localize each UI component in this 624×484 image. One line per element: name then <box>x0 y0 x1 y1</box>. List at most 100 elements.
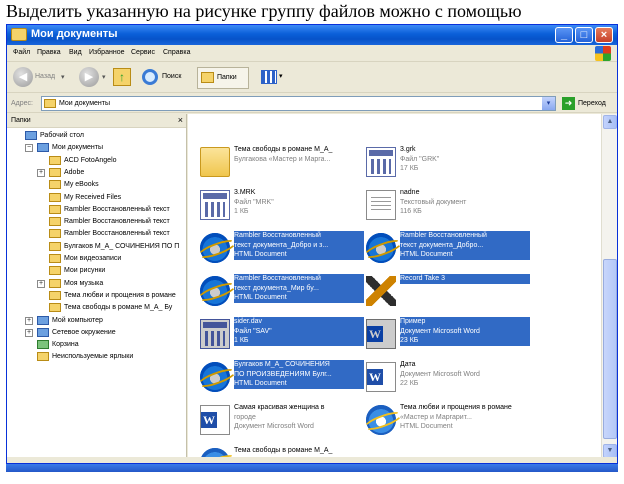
tree-item-label: Мои документы <box>52 144 104 152</box>
file-item[interactable]: Record Take 3 <box>360 273 560 313</box>
expand-icon[interactable]: + <box>25 316 33 325</box>
file-type: текст документа_Добро... <box>400 240 530 250</box>
menu-favorites[interactable]: Избранное <box>89 49 124 56</box>
network-icon <box>37 327 49 337</box>
folder-icon <box>49 229 61 239</box>
file-size: 1 КБ <box>234 336 364 346</box>
folder-icon <box>49 254 61 263</box>
file-size: 22 КБ <box>400 380 419 387</box>
file-name: sider.dav <box>234 317 364 327</box>
tree-item-label: My eBooks <box>64 181 99 189</box>
file-item[interactable]: Дата Документ Microsoft Word 22 КБ <box>360 359 560 399</box>
up-folder-button[interactable]: ↑ <box>113 68 131 86</box>
forward-button[interactable]: ▶ <box>79 67 99 87</box>
folder-icon <box>49 241 61 251</box>
expand-icon[interactable]: + <box>37 279 45 288</box>
close-button[interactable]: × <box>595 27 613 43</box>
horizontal-scrollbar[interactable] <box>6 464 618 472</box>
views-button[interactable]: ▾ <box>259 68 287 88</box>
file-name: 3.MRK <box>234 189 256 196</box>
menu-view[interactable]: Вид <box>69 49 82 56</box>
file-item-text: Rambler Восстановленный текст документа_М… <box>234 274 364 303</box>
file-item[interactable]: Тема любви и прощения в романе «Мастер и … <box>360 402 560 442</box>
ie-html-icon <box>366 233 396 263</box>
minimize-button[interactable]: _ <box>555 27 573 43</box>
scroll-down-button[interactable]: ▼ <box>603 444 617 458</box>
folder-icon <box>49 278 61 288</box>
views-icon <box>261 70 277 84</box>
address-dropdown-button[interactable]: ▾ <box>542 97 555 110</box>
search-label: Поиск <box>162 73 182 80</box>
back-label: Назад <box>35 73 56 80</box>
windows-logo-icon <box>595 46 611 61</box>
my-documents-icon <box>44 99 56 108</box>
forward-dropdown-icon[interactable]: ▾ <box>102 73 106 81</box>
winamp-icon <box>366 276 396 306</box>
folder-icon <box>49 167 61 177</box>
folder-tree: Папки × Рабочий стол − Мои документы ACD Fo… <box>7 114 187 459</box>
folder-icon <box>49 180 61 190</box>
tree-item-label: Rambler Восстановленный текст <box>64 230 170 238</box>
file-type: Файл "GRK" <box>400 155 440 163</box>
tree-item-label: Сетевое окружение <box>52 328 116 336</box>
word-document-icon <box>366 319 396 349</box>
file-name: 3.grk <box>400 146 416 153</box>
tree-item-label: ACD FotoAngelo <box>64 156 117 164</box>
expand-icon[interactable]: + <box>25 328 33 337</box>
file-item-text: Тема любви и прощения в романе «Мастер и … <box>400 403 530 432</box>
vertical-scrollbar[interactable]: ▲ ▼ <box>601 114 617 459</box>
folders-icon <box>201 72 214 83</box>
back-button[interactable]: ◀ <box>13 67 33 87</box>
toolbar: ◀ Назад ▾ ▶ ▾ ↑ Поиск Папки ▾ <box>7 63 617 93</box>
menu-help[interactable]: Справка <box>163 49 190 56</box>
address-field[interactable]: Мои документы ▾ <box>41 96 556 111</box>
ie-html-icon <box>200 233 230 263</box>
title-bar[interactable]: Мои документы _ □ × <box>7 25 617 45</box>
file-item[interactable]: Rambler Восстановленный текст документа_Д… <box>360 230 560 270</box>
file-item-text: Пример Документ Microsoft Word 23 КБ <box>400 317 530 346</box>
file-item-text: Самая красивая женщина в городе Документ M… <box>234 403 364 432</box>
folder-icon <box>37 352 49 362</box>
close-icon[interactable]: × <box>178 115 183 125</box>
tree-item-label: Тема свободы в романе М_А_ Бу <box>64 304 173 312</box>
file-name: Rambler Восстановленный <box>234 274 364 284</box>
file-size: 23 КБ <box>400 336 530 346</box>
ie-html-icon <box>200 362 230 392</box>
scroll-up-button[interactable]: ▲ <box>603 115 617 129</box>
status-bar <box>7 457 617 463</box>
folders-label: Папки <box>217 74 237 81</box>
file-type: Документ Microsoft Word <box>400 326 530 336</box>
menu-edit[interactable]: Правка <box>37 49 61 56</box>
file-item-text: Rambler Восстановленный текст документа_Д… <box>400 231 530 260</box>
file-item[interactable]: nadne Текстовый документ 116 КБ <box>360 187 560 227</box>
file-name: Булгаков М_А_ СОЧИНЕНИЯ <box>234 360 364 370</box>
folder-icon <box>49 290 61 300</box>
menu-file[interactable]: Файл <box>13 49 30 56</box>
go-arrow-icon: ➜ <box>562 97 575 110</box>
tree-item-label: My Received Files <box>64 193 122 201</box>
file-item[interactable]: 3.grk Файл "GRK" 17 КБ <box>360 144 560 184</box>
folder-tree-title: Папки <box>11 117 31 124</box>
go-label: Переход <box>578 100 606 107</box>
file-name: Rambler Восстановленный <box>234 231 364 241</box>
file-size: HTML Document <box>234 250 364 260</box>
tree-item-label: Моя музыка <box>64 279 104 287</box>
file-name: Тема свободы в романе М_А_ <box>234 447 333 454</box>
menu-tools[interactable]: Сервис <box>131 49 155 56</box>
tree-item-label: Корзина <box>52 341 79 349</box>
tree-item-label: Мои видеозаписи <box>64 255 122 262</box>
word-document-icon <box>200 405 230 435</box>
folders-button[interactable]: Папки <box>197 67 249 89</box>
expand-icon[interactable]: + <box>37 168 45 177</box>
maximize-button[interactable]: □ <box>575 27 593 43</box>
address-bar: Адрес: Мои документы ▾ ➜ Переход <box>7 94 617 113</box>
collapse-icon[interactable]: − <box>25 144 33 153</box>
tree-item-label: Мой компьютер <box>52 316 103 324</box>
scroll-thumb[interactable] <box>603 259 617 439</box>
recycle-bin-icon <box>37 340 49 350</box>
tree-item-label: Тема любви и прощения в романе <box>64 291 176 299</box>
file-type: ПО ПРОИЗВЕДЕНИЯМ Булг... <box>234 369 364 379</box>
file-size: HTML Document <box>400 423 453 430</box>
back-dropdown-icon[interactable]: ▾ <box>61 73 65 81</box>
file-item[interactable]: ПримерДокумент Microsoft Word23 КБ <box>360 316 560 356</box>
